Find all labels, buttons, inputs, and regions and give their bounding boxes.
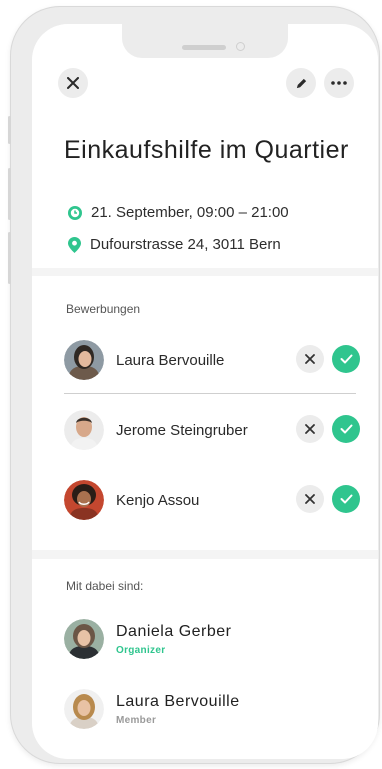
event-title: Einkaufshilfe im Quartier bbox=[64, 136, 349, 164]
close-button[interactable] bbox=[58, 68, 88, 98]
clock-icon bbox=[68, 205, 82, 220]
applicant-row[interactable]: Jerome Steingruber bbox=[64, 406, 360, 454]
member-texts: Daniela Gerber Organizer bbox=[116, 623, 232, 656]
applications-label: Bewerbungen bbox=[66, 302, 141, 316]
applicant-actions bbox=[296, 415, 360, 443]
close-icon bbox=[305, 354, 315, 364]
phone-frame: Einkaufshilfe im Quartier 21. September,… bbox=[8, 6, 380, 764]
location-pin-icon bbox=[68, 236, 81, 253]
applicant-actions bbox=[296, 485, 360, 513]
avatar bbox=[64, 340, 104, 380]
screen: Einkaufshilfe im Quartier 21. September,… bbox=[32, 24, 378, 759]
check-icon bbox=[340, 424, 352, 434]
check-icon bbox=[340, 354, 352, 364]
more-icon bbox=[331, 81, 347, 85]
mute-switch bbox=[8, 116, 11, 144]
decline-button[interactable] bbox=[296, 415, 324, 443]
accept-button[interactable] bbox=[332, 345, 360, 373]
member-name: Laura Bervouille bbox=[116, 692, 240, 710]
avatar bbox=[64, 619, 104, 659]
decline-button[interactable] bbox=[296, 485, 324, 513]
check-icon bbox=[340, 494, 352, 504]
avatar bbox=[64, 689, 104, 729]
avatar bbox=[64, 480, 104, 520]
member-row[interactable]: Laura Bervouille Member bbox=[64, 689, 240, 729]
close-icon bbox=[305, 424, 315, 434]
camera bbox=[236, 42, 245, 51]
pencil-icon bbox=[296, 78, 306, 88]
applicant-name: Jerome Steingruber bbox=[116, 421, 248, 439]
decline-button[interactable] bbox=[296, 345, 324, 373]
close-icon bbox=[67, 77, 79, 89]
edit-button[interactable] bbox=[286, 68, 316, 98]
divider bbox=[64, 393, 356, 394]
event-datetime-row: 21. September, 09:00 – 21:00 bbox=[68, 204, 289, 221]
member-name: Daniela Gerber bbox=[116, 622, 232, 640]
notch bbox=[122, 24, 288, 58]
member-role: Member bbox=[116, 714, 157, 726]
team-label: Mit dabei sind: bbox=[66, 579, 144, 593]
applicant-name: Kenjo Assou bbox=[116, 491, 200, 509]
applicant-actions bbox=[296, 345, 360, 373]
applications-card: Bewerbungen Laura Bervouille Jerome Stei… bbox=[32, 276, 378, 550]
member-texts: Laura Bervouille Member bbox=[116, 693, 240, 726]
event-datetime: 21. September, 09:00 – 21:00 bbox=[91, 204, 289, 221]
avatar bbox=[64, 410, 104, 450]
accept-button[interactable] bbox=[332, 485, 360, 513]
accept-button[interactable] bbox=[332, 415, 360, 443]
volume-down-button bbox=[8, 232, 11, 284]
close-icon bbox=[305, 494, 315, 504]
applicant-row[interactable]: Laura Bervouille bbox=[64, 336, 360, 384]
event-header-card: Einkaufshilfe im Quartier 21. September,… bbox=[32, 24, 378, 268]
applicant-row[interactable]: Kenjo Assou bbox=[64, 476, 360, 524]
member-role-organizer: Organizer bbox=[116, 644, 166, 656]
more-button[interactable] bbox=[324, 68, 354, 98]
team-card: Mit dabei sind: Daniela Gerber Organizer bbox=[32, 559, 378, 759]
event-location: Dufourstrasse 24, 3011 Bern bbox=[90, 236, 281, 253]
applicant-name: Laura Bervouille bbox=[116, 351, 225, 369]
speaker bbox=[182, 45, 226, 50]
event-location-row[interactable]: Dufourstrasse 24, 3011 Bern bbox=[68, 236, 281, 253]
member-row[interactable]: Daniela Gerber Organizer bbox=[64, 619, 232, 659]
volume-up-button bbox=[8, 168, 11, 220]
